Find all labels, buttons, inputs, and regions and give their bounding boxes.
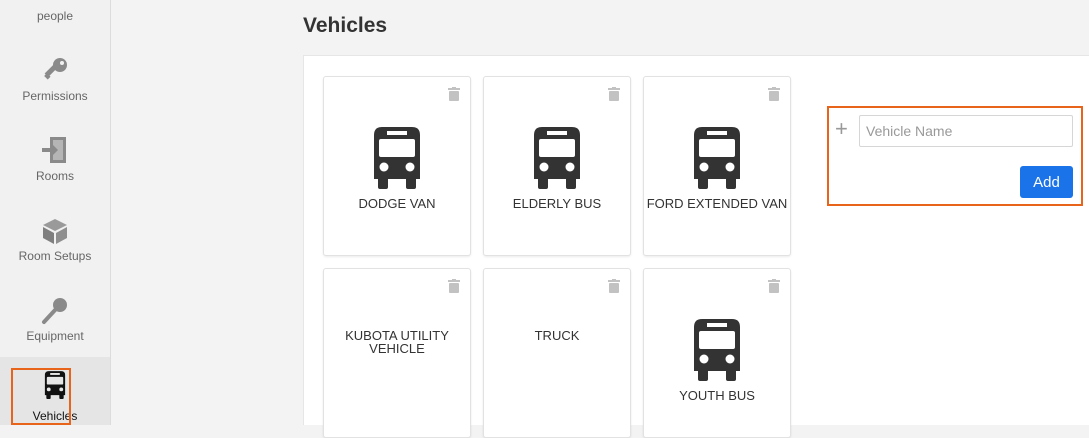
vehicle-card[interactable]: FORD EXTENDED VAN [643, 76, 791, 256]
vehicle-name: FORD EXTENDED VAN [646, 196, 788, 211]
bus-icon [694, 127, 740, 189]
sidebar-item-label: Room Setups [18, 249, 92, 263]
cube-icon [0, 205, 110, 245]
sidebar-item-label: Permissions [22, 89, 88, 103]
microphone-icon [0, 285, 110, 325]
sidebar-item-label: Rooms [35, 169, 74, 183]
sidebar-item-permissions[interactable]: Permissions [0, 45, 110, 125]
trash-icon[interactable] [768, 279, 780, 293]
vehicle-card[interactable]: KUBOTA UTILITY VEHICLE [323, 268, 471, 438]
trash-icon[interactable] [448, 279, 460, 293]
sidebar: people Permissions Rooms Room Setups Equ… [0, 0, 111, 425]
vehicle-name: TRUCK [534, 328, 580, 343]
key-icon [0, 45, 110, 85]
vehicle-name: KUBOTA UTILITY VEHICLE [345, 328, 449, 356]
vehicle-name: ELDERLY BUS [512, 196, 602, 211]
vehicle-name-input[interactable] [859, 115, 1073, 147]
sidebar-item-label: people [36, 9, 74, 23]
vehicle-card[interactable]: YOUTH BUS [643, 268, 791, 438]
trash-icon[interactable] [608, 279, 620, 293]
vehicle-card[interactable]: ELDERLY BUS [483, 76, 631, 256]
trash-icon[interactable] [768, 87, 780, 101]
vehicle-name: DODGE VAN [358, 196, 436, 211]
vehicle-card[interactable]: TRUCK [483, 268, 631, 438]
add-vehicle-form: + Add [827, 106, 1083, 206]
page-title: Vehicles [303, 14, 388, 37]
bus-icon [534, 127, 580, 189]
sidebar-item-equipment[interactable]: Equipment [0, 285, 110, 365]
sidebar-item-rooms[interactable]: Rooms [0, 125, 110, 205]
vehicle-card[interactable]: DODGE VAN [323, 76, 471, 256]
add-button[interactable]: Add [1020, 166, 1073, 198]
bus-icon [694, 319, 740, 381]
vehicle-name: YOUTH BUS [679, 388, 755, 403]
trash-icon[interactable] [608, 87, 620, 101]
bus-icon [374, 127, 420, 189]
door-icon [0, 125, 110, 165]
trash-icon[interactable] [448, 87, 460, 101]
active-item-highlight [11, 368, 71, 425]
plus-icon: + [835, 116, 848, 141]
sidebar-item-label: Equipment [26, 329, 84, 343]
sidebar-item-room-setups[interactable]: Room Setups [0, 205, 110, 285]
